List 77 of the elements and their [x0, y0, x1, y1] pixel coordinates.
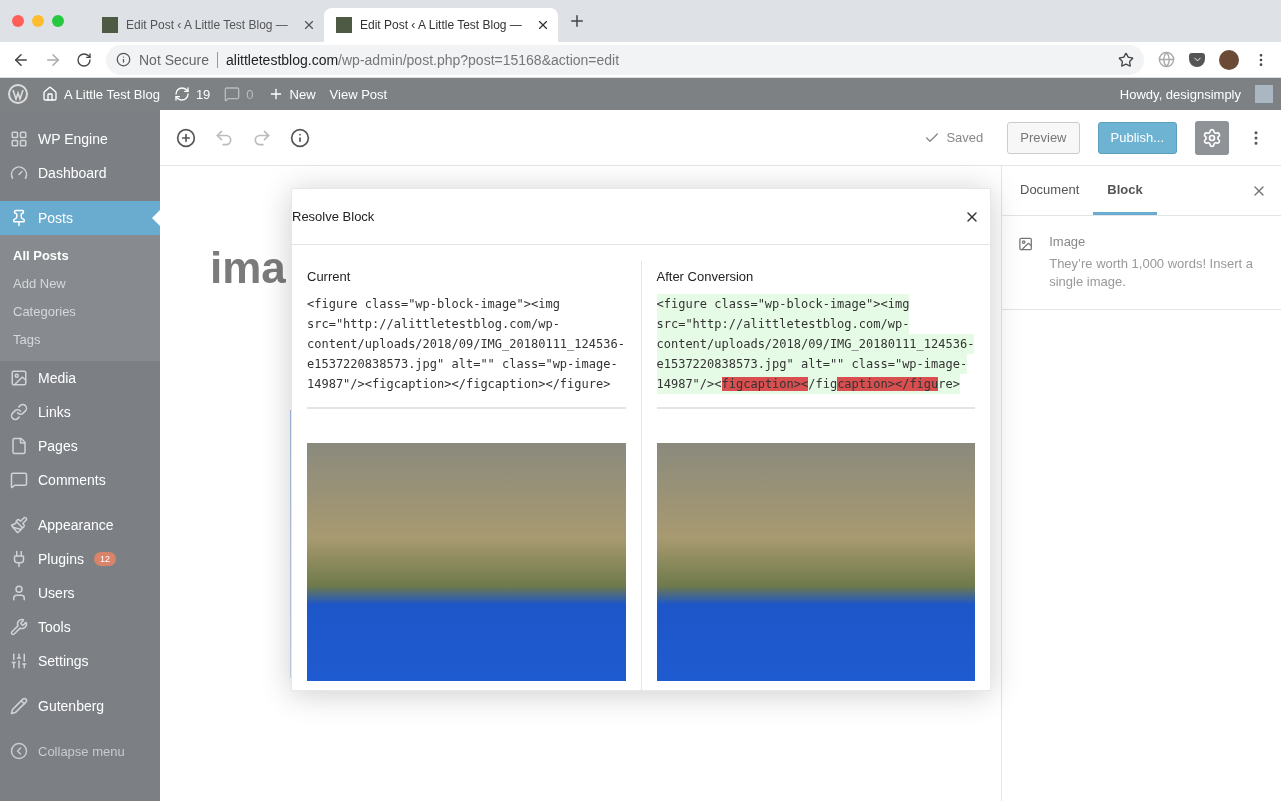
security-label: Not Secure: [139, 51, 210, 68]
menu-icon: [10, 618, 28, 636]
code-line: e1537220838573.jpg" alt="" class="wp-image-: [307, 356, 618, 373]
publish-button[interactable]: Publish...: [1097, 121, 1177, 154]
close-icon[interactable]: [536, 18, 550, 32]
admin-bar-item[interactable]: New: [267, 86, 316, 102]
menu-item[interactable]: Comments: [0, 463, 160, 497]
add-block-icon[interactable]: [176, 127, 196, 148]
url-text: alittletestblog.com/wp-admin/post.php?post=15168&action=edit: [217, 51, 620, 68]
menu-item[interactable]: Settings: [0, 644, 160, 678]
favicon-icon: [336, 17, 352, 33]
sidebar-tab[interactable]: Block: [1093, 166, 1157, 215]
count-badge: 12: [93, 552, 116, 566]
menu-item[interactable]: Pages: [0, 429, 160, 463]
post-title[interactable]: ima: [210, 246, 286, 290]
menu-item[interactable]: Dashboard: [0, 156, 160, 190]
settings-button[interactable]: [1195, 120, 1229, 155]
menu-icon: [10, 369, 28, 387]
pocket-icon[interactable]: [1189, 52, 1205, 67]
sidebar-tab[interactable]: Document: [1006, 166, 1094, 215]
menu-item[interactable]: Plugins 12: [0, 542, 160, 576]
menu-icon: [10, 652, 28, 670]
menu-item[interactable]: Appearance: [0, 508, 160, 542]
dialog-title: Resolve Block: [292, 209, 375, 224]
block-description: They’re worth 1,000 words! Insert a single image.: [1049, 255, 1254, 291]
favicon-icon: [102, 17, 118, 33]
admin-bar-icon: [42, 86, 58, 102]
submenu-item[interactable]: All Posts: [0, 241, 160, 269]
submenu-item[interactable]: Add New: [0, 269, 160, 297]
admin-bar-item[interactable]: A Little Test Blog: [42, 86, 160, 102]
code-line: src="http://alittletestblog.com/wp-: [307, 316, 560, 333]
code-line: content/uploads/2018/09/IMG_20180111_124536-: [307, 336, 625, 353]
admin-bar-item[interactable]: 19: [173, 86, 211, 102]
address-bar[interactable]: Not Secure alittletestblog.com/wp-admin/post.php?post=15168&action=edit: [106, 44, 1144, 75]
menu-item[interactable]: Posts: [0, 201, 160, 235]
info-icon[interactable]: [116, 52, 131, 67]
column-heading: After Conversion: [656, 269, 755, 284]
menu-icon: [10, 130, 28, 148]
saved-status: Saved: [924, 129, 984, 146]
submenu-item[interactable]: Tags: [0, 325, 160, 353]
close-icon[interactable]: [302, 18, 316, 32]
admin-bar-item[interactable]: View Post: [329, 86, 388, 102]
menu-icon: [10, 584, 28, 602]
admin-bar-icon: [173, 86, 190, 102]
block-title: Image: [1049, 234, 1087, 249]
browser-tab[interactable]: Edit Post ‹ A Little Test Blog —: [90, 8, 324, 42]
greeting-text[interactable]: Howdy, designsimply: [1119, 86, 1241, 102]
new-tab-icon[interactable]: [568, 12, 586, 30]
menu-icon: [10, 697, 28, 715]
logo-icon[interactable]: [8, 84, 28, 104]
submenu-item[interactable]: Categories: [0, 297, 160, 325]
menu-icon: [10, 164, 28, 182]
menu-item[interactable]: WP Engine: [0, 122, 160, 156]
menu-icon: [10, 516, 28, 534]
column-heading: Current: [307, 269, 352, 284]
menu-item[interactable]: Tools: [0, 610, 160, 644]
gear-icon: [1202, 127, 1222, 148]
reload-icon[interactable]: [76, 51, 92, 68]
preview-button[interactable]: Preview: [1007, 121, 1080, 154]
admin-bar-icon: [224, 86, 241, 102]
menu-item[interactable]: Gutenberg: [0, 689, 160, 723]
menu-item[interactable]: Users: [0, 576, 160, 610]
code-line: 14987"/><figcaption></figcaption></figure>: [307, 376, 611, 393]
browser-tab[interactable]: Edit Post ‹ A Little Test Blog —: [324, 8, 558, 42]
code-line: <figure class="wp-block-image"><img: [307, 296, 560, 313]
info-icon[interactable]: [290, 127, 310, 148]
bookmark-star-icon[interactable]: [1118, 51, 1134, 68]
menu-icon: [10, 403, 28, 421]
collapse-icon: [10, 742, 28, 760]
avatar-icon[interactable]: [1219, 49, 1239, 70]
menu-item[interactable]: Media: [0, 361, 160, 395]
menu-icon: [10, 471, 28, 489]
menu-icon: [10, 437, 28, 455]
menu-icon: [10, 209, 28, 227]
admin-bar-item[interactable]: 0: [224, 86, 254, 102]
menu-item[interactable]: Links: [0, 395, 160, 429]
collapse-menu-button[interactable]: Collapse menu: [0, 734, 160, 768]
